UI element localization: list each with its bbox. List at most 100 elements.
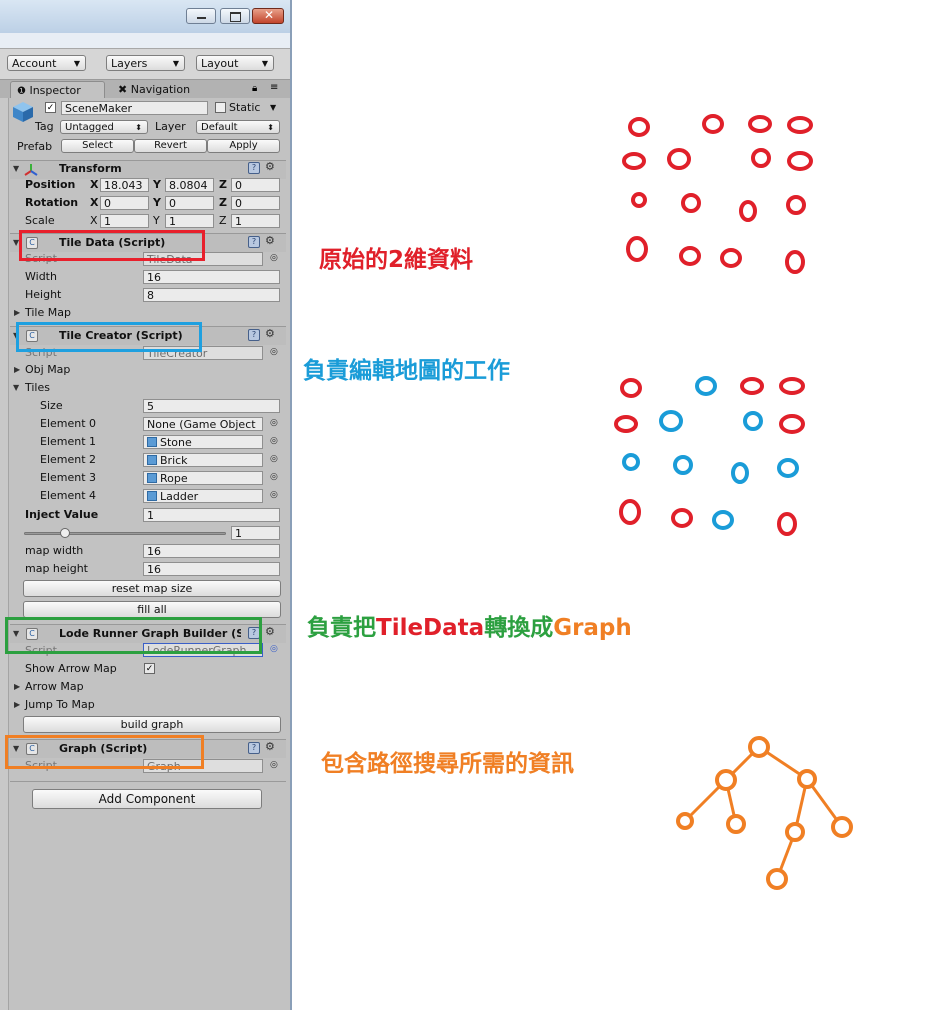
- element-field[interactable]: Rope: [143, 471, 263, 485]
- scale-x-field[interactable]: 1: [100, 214, 149, 228]
- transform-header[interactable]: [10, 160, 286, 179]
- tile-map-foldout[interactable]: Tile Map: [25, 306, 71, 320]
- show-arrow-map-checkbox[interactable]: ✓: [144, 663, 155, 674]
- prefab-select-button[interactable]: Select: [61, 139, 134, 153]
- object-picker-icon[interactable]: ◎: [270, 760, 278, 770]
- layout-dropdown[interactable]: Layout ▼: [196, 55, 274, 71]
- scale-y-field[interactable]: 1: [165, 214, 214, 228]
- lock-icon[interactable]: 🔒︎: [252, 83, 257, 94]
- layer-dropdown[interactable]: Default ⬍: [196, 120, 280, 134]
- arrow-map-foldout[interactable]: Arrow Map: [25, 680, 84, 694]
- element-label: Element 0: [40, 417, 97, 430]
- gear-icon[interactable]: ⚙: [265, 625, 275, 638]
- object-name-field[interactable]: SceneMaker: [61, 101, 208, 115]
- map-width-field[interactable]: 16: [143, 544, 280, 558]
- position-y-field[interactable]: 8.0804: [165, 178, 214, 192]
- tab-inspector[interactable]: ❶ Inspector: [10, 81, 105, 98]
- width-label: Width: [25, 270, 57, 283]
- position-y-label: Y: [153, 178, 161, 191]
- rotation-x-label: X: [90, 196, 99, 209]
- fill-all-button[interactable]: fill all: [23, 601, 281, 618]
- jump-to-map-foldout[interactable]: Jump To Map: [25, 698, 95, 712]
- maximize-button[interactable]: [220, 8, 250, 24]
- tag-dropdown[interactable]: Untagged ⬍: [60, 120, 148, 134]
- transform-title: Transform: [59, 162, 122, 175]
- element-label: Element 1: [40, 435, 97, 448]
- object-picker-icon[interactable]: ◎: [270, 472, 278, 482]
- help-book-icon[interactable]: ?: [248, 329, 260, 341]
- rotation-label: Rotation: [25, 196, 79, 209]
- show-arrow-map-label: Show Arrow Map: [25, 662, 117, 675]
- position-x-field[interactable]: 18.043: [100, 178, 149, 192]
- prefab-cube-icon: [147, 491, 157, 501]
- layer-value: Default: [201, 122, 238, 133]
- object-picker-icon[interactable]: ◎: [270, 347, 278, 357]
- gear-icon[interactable]: ⚙: [265, 234, 275, 247]
- add-component-button[interactable]: Add Component: [32, 789, 262, 809]
- object-picker-icon[interactable]: ◎: [270, 490, 278, 500]
- tile-grid-drawing: [614, 376, 805, 536]
- element-field[interactable]: Brick: [143, 453, 263, 467]
- slider-thumb[interactable]: [60, 528, 70, 538]
- build-graph-button[interactable]: build graph: [23, 716, 281, 733]
- maximize-icon: [230, 12, 241, 22]
- rotation-x-field[interactable]: 0: [100, 196, 149, 210]
- scale-z-field[interactable]: 1: [231, 214, 280, 228]
- prefab-cube-icon: [147, 455, 157, 465]
- rotation-z-field[interactable]: 0: [231, 196, 280, 210]
- collapsed-triangle-icon[interactable]: ▶: [14, 365, 20, 374]
- element-field[interactable]: None (Game Object: [143, 417, 263, 431]
- tiles-foldout[interactable]: Tiles: [25, 381, 50, 395]
- object-picker-icon[interactable]: ◎: [270, 454, 278, 464]
- element-label: Element 4: [40, 489, 97, 502]
- minimize-button[interactable]: [186, 8, 216, 24]
- rotation-y-field[interactable]: 0: [165, 196, 214, 210]
- chevron-down-icon[interactable]: ▼: [270, 101, 276, 115]
- menu-icon[interactable]: ≡: [270, 82, 278, 93]
- tab-navigation[interactable]: ✖ Navigation: [112, 81, 222, 98]
- tile-data-highlight-box: [19, 230, 205, 261]
- position-z-field[interactable]: 0: [231, 178, 280, 192]
- scale-z-label: Z: [219, 214, 227, 227]
- reset-map-size-button[interactable]: reset map size: [23, 580, 281, 597]
- slider-value-field[interactable]: 1: [231, 526, 280, 540]
- prefab-revert-button[interactable]: Revert: [134, 139, 207, 153]
- obj-map-foldout[interactable]: Obj Map: [25, 363, 70, 377]
- object-picker-icon[interactable]: ◎: [270, 436, 278, 446]
- element-field[interactable]: Ladder: [143, 489, 263, 503]
- chevron-down-icon: ▼: [261, 59, 268, 68]
- prefab-apply-button[interactable]: Apply: [207, 139, 280, 153]
- expand-triangle-icon[interactable]: ▼: [13, 164, 19, 173]
- help-book-icon[interactable]: ?: [248, 236, 260, 248]
- collapsed-triangle-icon[interactable]: ▶: [14, 682, 20, 691]
- cube-icon: [12, 101, 34, 123]
- minimize-icon: [197, 17, 206, 19]
- expand-triangle-icon[interactable]: ▼: [13, 383, 19, 392]
- element-label: Element 3: [40, 471, 97, 484]
- width-field[interactable]: 16: [143, 270, 280, 284]
- static-checkbox[interactable]: [215, 102, 226, 113]
- element-field[interactable]: Stone: [143, 435, 263, 449]
- gear-icon[interactable]: ⚙: [265, 160, 275, 173]
- account-dropdown[interactable]: Account ▼: [7, 55, 86, 71]
- rotation-y-label: Y: [153, 196, 161, 209]
- inject-value-field[interactable]: 1: [143, 508, 280, 522]
- object-picker-icon[interactable]: ◎: [270, 418, 278, 428]
- gear-icon[interactable]: ⚙: [265, 740, 275, 753]
- object-picker-icon[interactable]: ◎: [270, 644, 278, 654]
- element-value: Brick: [160, 454, 188, 467]
- layers-dropdown[interactable]: Layers ▼: [106, 55, 185, 71]
- collapsed-triangle-icon[interactable]: ▶: [14, 308, 20, 317]
- help-book-icon[interactable]: ?: [248, 742, 260, 754]
- slider-track[interactable]: [24, 532, 226, 535]
- active-checkbox[interactable]: ✓: [45, 102, 56, 113]
- height-field[interactable]: 8: [143, 288, 280, 302]
- size-field[interactable]: 5: [143, 399, 280, 413]
- gear-icon[interactable]: ⚙: [265, 327, 275, 340]
- map-height-field[interactable]: 16: [143, 562, 280, 576]
- annotation-convert-part-d: Graph: [553, 615, 632, 641]
- object-picker-icon[interactable]: ◎: [270, 253, 278, 263]
- help-book-icon[interactable]: ?: [248, 162, 260, 174]
- close-button[interactable]: ✕: [252, 8, 284, 24]
- collapsed-triangle-icon[interactable]: ▶: [14, 700, 20, 709]
